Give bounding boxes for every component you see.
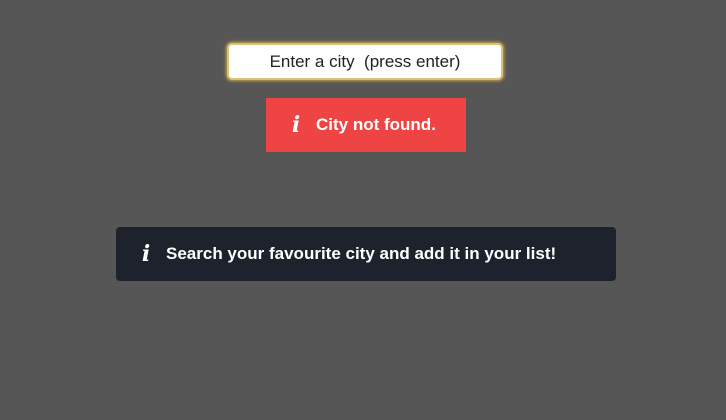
info-icon: i [141,241,151,267]
info-alert-message: Search your favourite city and add it in… [166,244,557,263]
info-alert: i Search your favourite city and add it … [116,227,616,281]
error-alert: i City not found. [266,98,466,152]
city-search-input[interactable] [227,43,503,80]
error-alert-message: City not found. [316,115,436,134]
info-icon: i [291,112,301,138]
